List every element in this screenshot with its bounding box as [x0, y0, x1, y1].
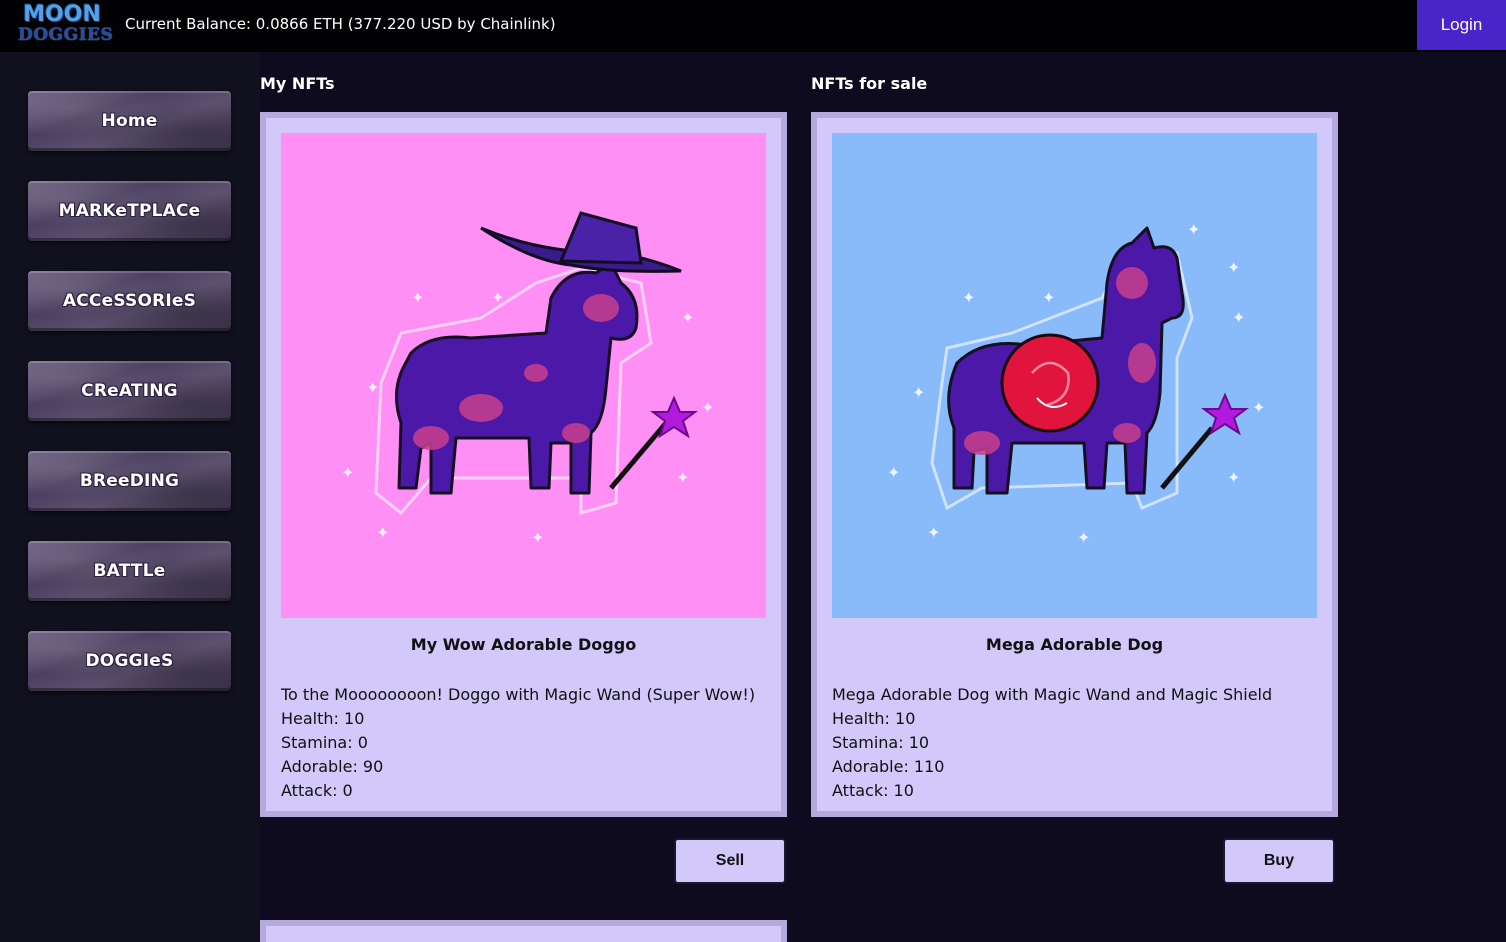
nft-health: Health: 10 — [281, 709, 365, 728]
nav-creating-button[interactable]: CReATING — [28, 361, 231, 421]
logo-line-1: MOON — [23, 2, 101, 27]
svg-text:✦: ✦ — [1187, 220, 1200, 239]
svg-text:✦: ✦ — [491, 288, 504, 307]
svg-text:✦: ✦ — [341, 463, 354, 482]
nft-adorable: Adorable: 110 — [832, 757, 945, 776]
svg-text:✦: ✦ — [927, 523, 940, 542]
nft-dog-wizard-image: ✦ ✦ ✦ ✦ ✦ ✦ ✦ ✦ ✦ — [281, 133, 766, 618]
svg-text:✦: ✦ — [1227, 258, 1240, 277]
sale-nft-card: ✦ ✦ ✦ ✦ ✦ ✦ ✦ ✦ ✦ ✦ ✦ Mega Adorable Dog … — [811, 112, 1338, 817]
nav-marketplace-button[interactable]: MARKeTPLACe — [28, 181, 231, 241]
svg-text:✦: ✦ — [376, 523, 389, 542]
login-button[interactable]: Login — [1417, 0, 1506, 50]
svg-text:✦: ✦ — [701, 398, 714, 417]
svg-text:✦: ✦ — [1227, 468, 1240, 487]
nav-breeding-button[interactable]: BReeDING — [28, 451, 231, 511]
nft-adorable: Adorable: 90 — [281, 757, 384, 776]
nft-dog-shield-image: ✦ ✦ ✦ ✦ ✦ ✦ ✦ ✦ ✦ ✦ ✦ — [832, 133, 1317, 618]
svg-text:✦: ✦ — [1077, 528, 1090, 547]
svg-text:✦: ✦ — [366, 378, 379, 397]
nft-details: To the Moooooooon! Doggo with Magic Wand… — [281, 683, 771, 803]
svg-text:✦: ✦ — [887, 463, 900, 482]
nft-details: Mega Adorable Dog with Magic Wand and Ma… — [832, 683, 1322, 803]
svg-text:✦: ✦ — [1232, 308, 1245, 327]
nav-battle-button[interactable]: BATTLe — [28, 541, 231, 601]
nav-doggies-button[interactable]: DOGGIeS — [28, 631, 231, 691]
svg-text:✦: ✦ — [411, 288, 424, 307]
svg-text:✦: ✦ — [962, 288, 975, 307]
nft-stamina: Stamina: 10 — [832, 733, 930, 752]
nft-attack: Attack: 10 — [832, 781, 914, 800]
nav-creating-label: CReATING — [81, 381, 178, 401]
buy-button[interactable]: Buy — [1223, 838, 1335, 884]
nav-home-button[interactable]: Home — [28, 91, 231, 151]
nft-stamina: Stamina: 0 — [281, 733, 368, 752]
svg-text:✦: ✦ — [681, 308, 694, 327]
nft-attack: Attack: 0 — [281, 781, 353, 800]
svg-text:✦: ✦ — [1042, 288, 1055, 307]
nft-description: To the Moooooooon! Doggo with Magic Wand… — [281, 685, 756, 704]
logo-line-2: DOGGIES — [18, 25, 114, 45]
nfts-for-sale-heading: NFTs for sale — [811, 74, 928, 93]
my-nfts-heading: My NFTs — [260, 74, 335, 93]
magic-shield — [1000, 333, 1100, 433]
nft-name: Mega Adorable Dog — [985, 635, 1164, 654]
nft-health: Health: 10 — [832, 709, 916, 728]
nft-description: Mega Adorable Dog with Magic Wand and Ma… — [832, 685, 1273, 704]
nav-accessories-label: ACCeSSORIeS — [62, 291, 197, 311]
nav-accessories-button[interactable]: ACCeSSORIeS — [28, 271, 231, 331]
sell-button[interactable]: Sell — [674, 838, 786, 884]
balance-text: Current Balance: 0.0866 ETH (377.220 USD… — [125, 15, 556, 33]
my-nft-card: ✦ ✦ ✦ ✦ ✦ ✦ ✦ ✦ ✦ My Wow Adorable Doggo … — [260, 112, 787, 817]
svg-text:✦: ✦ — [531, 528, 544, 547]
top-bar: MOON DOGGIES Current Balance: 0.0866 ETH… — [0, 0, 1506, 52]
my-nft-card-partial — [260, 920, 787, 942]
svg-text:✦: ✦ — [912, 383, 925, 402]
svg-text:✦: ✦ — [676, 468, 689, 487]
nft-name: My Wow Adorable Doggo — [410, 635, 637, 654]
nav-battle-label: BATTLe — [93, 561, 166, 581]
moon-doggies-logo[interactable]: MOON DOGGIES — [18, 2, 114, 48]
svg-text:✦: ✦ — [1252, 398, 1265, 417]
nav-home-label: Home — [101, 111, 158, 131]
nav-breeding-label: BReeDING — [79, 471, 180, 491]
nav-doggies-label: DOGGIeS — [85, 651, 174, 671]
nav-marketplace-label: MARKeTPLACe — [58, 201, 201, 221]
